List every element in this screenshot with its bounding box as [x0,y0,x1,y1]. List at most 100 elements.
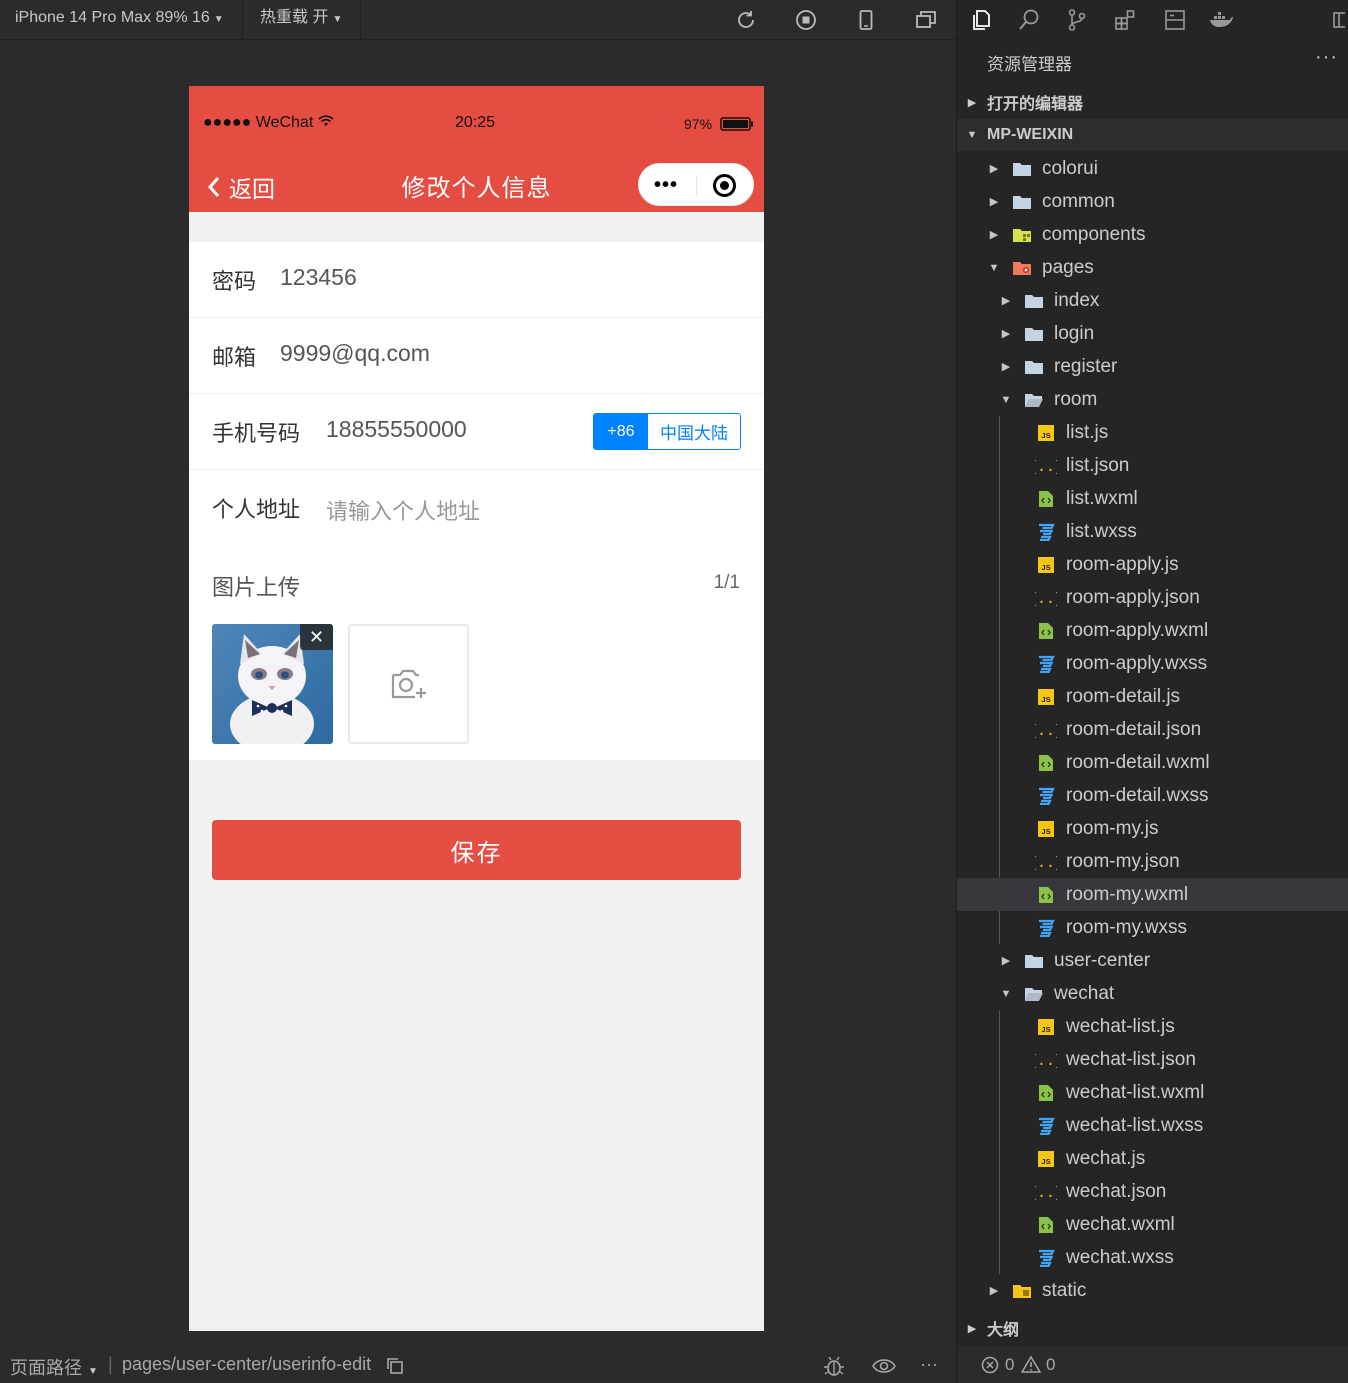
uploaded-image[interactable]: ✕ [212,624,333,744]
password-field[interactable]: 123456 [280,264,357,291]
region-code-button[interactable]: +86 中国大陆 [593,413,741,450]
tree-file[interactable]: JS room-my.js [957,812,1348,845]
tree-file[interactable]: room-apply.wxml [957,614,1348,647]
close-miniprogram-icon[interactable] [713,174,736,197]
svg-text:JS: JS [1041,1025,1050,1034]
panel-toggle-icon[interactable] [1329,6,1348,34]
more-icon[interactable]: ••• [654,174,678,197]
tree-folder[interactable]: ▶ login [957,317,1348,350]
tree-file[interactable]: wechat.wxss [957,1241,1348,1274]
section-open-editors[interactable]: ▶ 打开的编辑器 [957,86,1348,118]
tree-folder[interactable]: ▶ colorui [957,152,1348,185]
tree-item-label: room-my.js [1066,817,1159,839]
tree-file[interactable]: {..} wechat-list.json [957,1043,1348,1076]
warning-icon [1021,1355,1041,1373]
phone-field[interactable]: 18855550000 [326,416,467,443]
files-icon[interactable] [967,6,995,34]
storage-icon[interactable] [1161,6,1189,34]
wifi-icon [318,115,334,126]
tree-file[interactable]: {..} room-detail.json [957,713,1348,746]
tree-folder[interactable]: ▶ static [957,1274,1348,1307]
tree-file[interactable]: {..} room-apply.json [957,581,1348,614]
source-control-icon[interactable] [1063,6,1091,34]
tree-folder[interactable]: ▶ user-center [957,944,1348,977]
javascript-file-icon: JS [1035,554,1057,576]
tree-folder[interactable]: ▼ room [957,383,1348,416]
search-icon[interactable] [1015,6,1043,34]
hot-reload-toggle[interactable]: 热重载 开 ▼ [260,0,342,40]
tree-file[interactable]: room-detail.wxml [957,746,1348,779]
tree-file[interactable]: JS room-apply.js [957,548,1348,581]
tree-item-label: wechat.json [1066,1180,1167,1202]
tree-file[interactable]: JS list.js [957,416,1348,449]
chevron-down-icon: ▼ [332,14,343,25]
tree-item-label: room-detail.wxss [1066,784,1209,806]
tree-file[interactable]: list.wxml [957,482,1348,515]
folder-icon [1023,356,1045,378]
json-file-icon: {..} [1035,851,1057,873]
tree-file[interactable]: room-apply.wxss [957,647,1348,680]
tree-file[interactable]: JS wechat.js [957,1142,1348,1175]
section-label: 打开的编辑器 [987,96,1084,113]
stop-icon[interactable] [794,8,818,32]
address-input[interactable]: 请输入个人地址 [326,494,480,526]
tree-file[interactable]: JS room-detail.js [957,680,1348,713]
tree-file[interactable]: room-my.wxml [957,878,1348,911]
section-outline[interactable]: ▶ 大纲 [957,1312,1348,1344]
tree-folder[interactable]: ▶ register [957,350,1348,383]
wxml-file-icon [1035,752,1057,774]
email-row: 邮箱 9999@qq.com [189,318,764,394]
status-time: 20:25 [455,114,496,131]
folder-icon [1011,158,1033,180]
device-selector[interactable]: iPhone 14 Pro Max 89% 16 ▼ [15,0,224,40]
svg-text:JS: JS [1041,563,1050,572]
tree-folder[interactable]: ▶ index [957,284,1348,317]
more-actions-icon[interactable]: ··· [1315,46,1338,69]
tree-folder[interactable]: ▼ pages [957,251,1348,284]
tree-file[interactable]: {..} wechat.json [957,1175,1348,1208]
problems-status[interactable]: 0 0 [957,1346,1348,1383]
tree-folder[interactable]: ▶ components [957,218,1348,251]
phone-icon[interactable] [854,8,878,32]
save-button[interactable]: 保存 [212,820,741,880]
refresh-icon[interactable] [734,8,758,32]
javascript-file-icon: JS [1035,818,1057,840]
tree-file[interactable]: list.wxss [957,515,1348,548]
folder-static-icon [1011,1280,1033,1302]
tree-file[interactable]: wechat-list.wxml [957,1076,1348,1109]
folder-icon [1023,950,1045,972]
tree-file[interactable]: JS wechat-list.js [957,1010,1348,1043]
javascript-file-icon: JS [1035,422,1057,444]
address-row: 个人地址 请输入个人地址 [189,470,764,546]
tree-file[interactable]: wechat-list.wxss [957,1109,1348,1142]
page-path-selector[interactable]: 页面路径 ▼ [10,1354,98,1380]
tree-file[interactable]: room-detail.wxss [957,779,1348,812]
window-icon[interactable] [914,8,938,32]
tree-file[interactable]: room-my.wxss [957,911,1348,944]
tree-file[interactable]: {..} list.json [957,449,1348,482]
tree-folder[interactable]: ▶ common [957,185,1348,218]
more-options-icon[interactable]: ··· [920,1354,938,1375]
tree-item-label: room-my.json [1066,850,1180,872]
section-project[interactable]: ▼ MP-WEIXIN [957,119,1348,151]
upload-count: 1/1 [713,572,740,593]
page-path-value: pages/user-center/userinfo-edit [122,1354,372,1374]
tree-item-label: room-detail.json [1066,718,1202,740]
add-image-button[interactable] [348,624,469,744]
eye-icon[interactable] [872,1358,896,1374]
folder-open-icon [1023,983,1045,1005]
wxml-file-icon [1035,1082,1057,1104]
chevron-right-icon: ▶ [967,1322,977,1335]
remove-image-button[interactable]: ✕ [300,624,333,650]
email-field[interactable]: 9999@qq.com [280,340,430,367]
docker-icon[interactable] [1207,6,1235,34]
extensions-icon[interactable] [1111,6,1139,34]
copy-icon[interactable] [386,1357,404,1375]
chevron-down-icon: ▼ [1000,393,1012,406]
tree-folder[interactable]: ▼ wechat [957,977,1348,1010]
bug-icon[interactable] [822,1355,846,1377]
tree-item-label: components [1042,223,1146,245]
tree-file[interactable]: {..} room-my.json [957,845,1348,878]
tree-item-label: user-center [1054,949,1151,971]
tree-file[interactable]: wechat.wxml [957,1208,1348,1241]
